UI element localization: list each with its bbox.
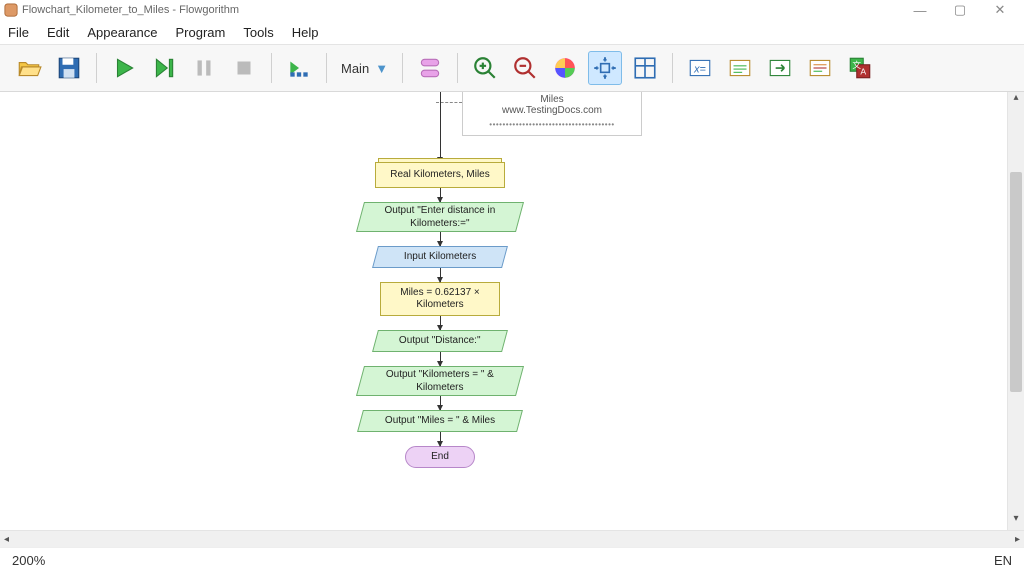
flowchart-canvas[interactable]: Miles www.TestingDocs.com ••••••••••••••… <box>0 92 1007 530</box>
console-button[interactable] <box>723 51 757 85</box>
declare-shape[interactable]: Real Kilometers, Miles <box>375 162 505 188</box>
chevron-down-icon: ▼ <box>375 61 388 76</box>
close-button[interactable]: ✕ <box>980 2 1020 18</box>
vertical-scrollbar[interactable]: ▴ ▾ <box>1007 92 1024 530</box>
scroll-left-icon[interactable]: ◂ <box>4 534 9 545</box>
function-select-label: Main <box>341 61 369 76</box>
title-bar: Flowchart_Kilometer_to_Miles - Flowgorit… <box>0 0 1024 20</box>
zoom-in-icon <box>472 55 498 81</box>
flow-arrow <box>440 316 441 330</box>
language-indicator[interactable]: EN <box>994 553 1012 568</box>
save-button[interactable] <box>52 51 86 85</box>
open-button[interactable] <box>12 51 46 85</box>
input-shape[interactable]: Input Kilometers <box>372 246 508 268</box>
step-icon <box>151 55 177 81</box>
window-title: Flowchart_Kilometer_to_Miles - Flowgorit… <box>22 4 239 16</box>
shape-text: Output "Distance:" <box>399 335 481 348</box>
maximize-button[interactable]: ▢ <box>940 2 980 18</box>
scroll-right-icon[interactable]: ▸ <box>1015 534 1020 545</box>
minimize-button[interactable]: — <box>900 3 940 18</box>
flow-arrow <box>440 396 441 410</box>
export-icon <box>767 55 793 81</box>
shape-text: Output "Miles = " & Miles <box>385 415 495 428</box>
scroll-down-icon[interactable]: ▾ <box>1008 513 1024 530</box>
flow-arrow <box>440 268 441 282</box>
zoom-in-button[interactable] <box>468 51 502 85</box>
console-icon <box>727 55 753 81</box>
shape-text: Output "Kilometers = " & Kilometers <box>369 369 511 394</box>
source-icon <box>807 55 833 81</box>
scroll-up-icon[interactable]: ▴ <box>1008 92 1024 109</box>
menu-program[interactable]: Program <box>175 25 225 40</box>
output-shape[interactable]: Output "Distance:" <box>372 330 508 352</box>
translate-button[interactable]: 文A <box>843 51 877 85</box>
translate-icon: 文A <box>847 55 873 81</box>
shape-text: Real Kilometers, Miles <box>390 169 489 182</box>
variables-button[interactable]: x= <box>683 51 717 85</box>
svg-text:A: A <box>860 67 866 77</box>
color-scheme-button[interactable] <box>548 51 582 85</box>
flow-arrow <box>440 188 441 202</box>
menu-appearance[interactable]: Appearance <box>87 25 157 40</box>
menu-file[interactable]: File <box>8 25 29 40</box>
output-shape[interactable]: Output "Enter distance in Kilometers:=" <box>356 202 524 232</box>
pause-icon <box>191 55 217 81</box>
pause-button[interactable] <box>187 51 221 85</box>
zoom-out-icon <box>512 55 538 81</box>
speed-icon <box>286 55 312 81</box>
flow-arrow <box>440 432 441 446</box>
shape-text: Output "Enter distance in Kilometers:=" <box>369 205 511 230</box>
fit-icon <box>592 55 618 81</box>
pill-shapes-icon <box>417 55 443 81</box>
flow-arrow <box>440 352 441 366</box>
flow-arrow <box>440 92 441 162</box>
variables-icon: x= <box>687 55 713 81</box>
output-shape[interactable]: Output "Kilometers = " & Kilometers <box>356 366 524 396</box>
horizontal-scrollbar[interactable]: ◂ ▸ <box>0 530 1024 547</box>
menu-bar: File Edit Appearance Program Tools Help <box>0 20 1024 44</box>
export-button[interactable] <box>763 51 797 85</box>
function-select[interactable]: Main ▼ <box>341 61 388 76</box>
speed-button[interactable] <box>282 51 316 85</box>
shape-text: Miles = 0.62137 × Kilometers <box>389 287 491 312</box>
stop-button[interactable] <box>227 51 261 85</box>
zoom-out-button[interactable] <box>508 51 542 85</box>
color-wheel-icon <box>552 55 578 81</box>
run-button[interactable] <box>107 51 141 85</box>
folder-open-icon <box>16 55 42 81</box>
shapes-button[interactable] <box>413 51 447 85</box>
output-shape[interactable]: Output "Miles = " & Miles <box>357 410 523 432</box>
play-icon <box>111 55 137 81</box>
floppy-icon <box>56 55 82 81</box>
menu-help[interactable]: Help <box>292 25 319 40</box>
layout-button[interactable] <box>628 51 662 85</box>
shape-text: End <box>431 451 449 464</box>
step-button[interactable] <box>147 51 181 85</box>
status-bar: 200% EN <box>0 547 1024 573</box>
toolbar: Main ▼ x= 文A <box>0 44 1024 92</box>
stop-icon <box>231 55 257 81</box>
scrollbar-thumb[interactable] <box>1010 172 1022 392</box>
menu-edit[interactable]: Edit <box>47 25 69 40</box>
app-icon <box>4 3 18 17</box>
layout-icon <box>632 55 658 81</box>
fit-button[interactable] <box>588 51 622 85</box>
end-shape[interactable]: End <box>405 446 475 468</box>
assign-shape[interactable]: Miles = 0.62137 × Kilometers <box>380 282 500 316</box>
svg-text:x=: x= <box>693 63 706 75</box>
flow-arrow <box>440 232 441 246</box>
source-button[interactable] <box>803 51 837 85</box>
zoom-level[interactable]: 200% <box>12 553 45 568</box>
menu-tools[interactable]: Tools <box>243 25 273 40</box>
shape-text: Input Kilometers <box>404 251 476 264</box>
